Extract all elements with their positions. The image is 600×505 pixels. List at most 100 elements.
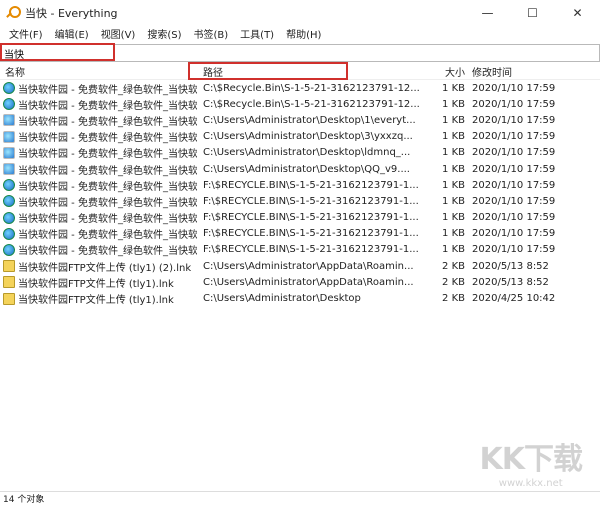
close-button[interactable]: ✕ [555, 0, 600, 25]
url-file-icon [3, 82, 15, 95]
file-name: 当快软件园 - 免费软件_绿色软件_当快软... [18, 246, 197, 258]
window-title: 当快 - Everything [25, 6, 118, 20]
table-row[interactable]: 当快软件园 - 免费软件_绿色软件_当快软... F:\$RECYCLE.BIN… [0, 193, 600, 209]
watermark-logo: KK下载 [479, 442, 583, 477]
table-row[interactable]: 当快软件园 - 免费软件_绿色软件_当快软... F:\$RECYCLE.BIN… [0, 226, 600, 242]
file-date: 2020/1/10 17:59 [472, 131, 556, 143]
table-row[interactable]: 当快软件园 - 免费软件_绿色软件_当快软... C:\$Recycle.Bin… [0, 80, 600, 96]
file-date: 2020/5/13 8:52 [472, 260, 549, 272]
maximize-button[interactable]: ☐ [510, 0, 555, 25]
file-size: 1 KB [442, 163, 465, 175]
file-name: 当快软件园 - 免费软件_绿色软件_当快软... [18, 165, 197, 177]
file-date: 2020/1/10 17:59 [472, 98, 556, 110]
menu-item[interactable]: 书签(B) [188, 26, 235, 41]
file-name: 当快软件园FTP文件上传 (tly1) (2).lnk [18, 262, 192, 274]
file-name: 当快软件园 - 免费软件_绿色软件_当快软... [18, 181, 197, 193]
file-path: C:\Users\Administrator\Desktop\ldmnq_... [203, 147, 411, 159]
file-name: 当快软件园 - 免费软件_绿色软件_当快软... [18, 84, 197, 96]
table-row[interactable]: 当快软件园FTP文件上传 (tly1).lnk C:\Users\Adminis… [0, 290, 600, 306]
file-date: 2020/1/10 17:59 [472, 228, 556, 240]
file-name-cell: 当快软件园FTP文件上传 (tly1) (2).lnk [0, 259, 197, 274]
file-path: F:\$RECYCLE.BIN\S-1-5-21-3162123791-1... [203, 228, 419, 240]
file-name-cell: 当快软件园 - 免费软件_绿色软件_当快软... [0, 129, 197, 144]
file-date: 2020/5/13 8:52 [472, 276, 549, 288]
minimize-button[interactable]: — [465, 0, 510, 25]
file-size: 1 KB [442, 212, 465, 224]
table-row[interactable]: 当快软件园 - 免费软件_绿色软件_当快软... F:\$RECYCLE.BIN… [0, 242, 600, 258]
url-file-icon [3, 163, 15, 176]
column-size-header[interactable]: 大小 [437, 64, 469, 79]
everything-app-icon [5, 5, 21, 20]
file-size: 1 KB [442, 195, 465, 207]
file-name-cell: 当快软件园 - 免费软件_绿色软件_当快软... [0, 145, 197, 160]
file-name-cell: 当快软件园 - 免费软件_绿色软件_当快软... [0, 226, 197, 241]
file-name: 当快软件园 - 免费软件_绿色软件_当快软... [18, 133, 197, 145]
file-date: 2020/1/10 17:59 [472, 212, 556, 224]
url-file-icon [3, 227, 15, 240]
file-path: F:\$RECYCLE.BIN\S-1-5-21-3162123791-1... [203, 212, 419, 224]
url-file-icon [3, 179, 15, 192]
column-date-header[interactable]: 修改时间 [469, 64, 589, 79]
file-date: 2020/1/10 17:59 [472, 244, 556, 256]
url-file-icon [3, 211, 15, 224]
column-header: 名称 路径 大小 修改时间 [0, 62, 600, 80]
column-path-header[interactable]: 路径 [197, 64, 437, 79]
search-input[interactable] [4, 47, 599, 59]
file-name: 当快软件园 - 免费软件_绿色软件_当快软... [18, 116, 197, 128]
table-row[interactable]: 当快软件园 - 免费软件_绿色软件_当快软... C:\Users\Admini… [0, 129, 600, 145]
status-bar: 14 个对象 [0, 491, 600, 505]
file-size: 1 KB [442, 179, 465, 191]
shortcut-file-icon [3, 260, 15, 273]
menu-item[interactable]: 文件(F) [3, 26, 49, 41]
file-size: 1 KB [442, 244, 465, 256]
file-size: 2 KB [442, 260, 465, 272]
file-path: C:\Users\Administrator\Desktop\3\yxxzq..… [203, 131, 413, 143]
table-row[interactable]: 当快软件园 - 免费软件_绿色软件_当快软... C:\Users\Admini… [0, 112, 600, 128]
file-path: C:\$Recycle.Bin\S-1-5-21-3162123791-12..… [203, 98, 420, 110]
file-path: C:\Users\Administrator\Desktop\1\everyt.… [203, 114, 416, 126]
file-size: 1 KB [442, 114, 465, 126]
title-bar: 当快 - Everything — ☐ ✕ [0, 0, 600, 25]
menu-bar: 文件(F) 编辑(E) 视图(V) 搜索(S) 书签(B) 工具(T) 帮助(H) [0, 25, 600, 42]
file-date: 2020/1/10 17:59 [472, 179, 556, 191]
search-box[interactable] [0, 43, 600, 62]
file-size: 1 KB [442, 131, 465, 143]
shortcut-file-icon [3, 276, 15, 289]
url-file-icon [3, 130, 15, 143]
url-file-icon [3, 98, 15, 111]
file-size: 1 KB [442, 147, 465, 159]
url-file-icon [3, 114, 15, 127]
file-date: 2020/1/10 17:59 [472, 147, 556, 159]
table-row[interactable]: 当快软件园FTP文件上传 (tly1) (2).lnk C:\Users\Adm… [0, 258, 600, 274]
menu-item[interactable]: 搜索(S) [141, 26, 187, 41]
file-name: 当快软件园FTP文件上传 (tly1).lnk [18, 278, 174, 290]
column-name-header[interactable]: 名称 [0, 64, 197, 79]
file-path: C:\Users\Administrator\Desktop [203, 293, 361, 305]
table-row[interactable]: 当快软件园FTP文件上传 (tly1).lnk C:\Users\Adminis… [0, 274, 600, 290]
url-file-icon [3, 195, 15, 208]
watermark: KK下载 www.kkx.net [480, 434, 583, 489]
results-list: 当快软件园 - 免费软件_绿色软件_当快软... C:\$Recycle.Bin… [0, 80, 600, 307]
menu-item[interactable]: 编辑(E) [49, 26, 95, 41]
file-date: 2020/4/25 10:42 [472, 293, 556, 305]
file-name-cell: 当快软件园 - 免费软件_绿色软件_当快软... [0, 162, 197, 177]
file-name: 当快软件园 - 免费软件_绿色软件_当快软... [18, 214, 197, 226]
file-name-cell: 当快软件园FTP文件上传 (tly1).lnk [0, 291, 197, 306]
table-row[interactable]: 当快软件园 - 免费软件_绿色软件_当快软... F:\$RECYCLE.BIN… [0, 177, 600, 193]
menu-item[interactable]: 帮助(H) [280, 26, 327, 41]
file-date: 2020/1/10 17:59 [472, 82, 556, 94]
file-name-cell: 当快软件园 - 免费软件_绿色软件_当快软... [0, 97, 197, 112]
file-path: F:\$RECYCLE.BIN\S-1-5-21-3162123791-1... [203, 244, 419, 256]
menu-item[interactable]: 工具(T) [234, 26, 280, 41]
table-row[interactable]: 当快软件园 - 免费软件_绿色软件_当快软... C:\$Recycle.Bin… [0, 96, 600, 112]
table-row[interactable]: 当快软件园 - 免费软件_绿色软件_当快软... F:\$RECYCLE.BIN… [0, 210, 600, 226]
file-name-cell: 当快软件园 - 免费软件_绿色软件_当快软... [0, 194, 197, 209]
watermark-url: www.kkx.net [498, 478, 563, 489]
url-file-icon [3, 146, 15, 159]
file-path: F:\$RECYCLE.BIN\S-1-5-21-3162123791-1... [203, 179, 419, 191]
file-size: 1 KB [442, 82, 465, 94]
menu-item[interactable]: 视图(V) [95, 26, 142, 41]
file-date: 2020/1/10 17:59 [472, 163, 556, 175]
table-row[interactable]: 当快软件园 - 免费软件_绿色软件_当快软... C:\Users\Admini… [0, 161, 600, 177]
table-row[interactable]: 当快软件园 - 免费软件_绿色软件_当快软... C:\Users\Admini… [0, 145, 600, 161]
